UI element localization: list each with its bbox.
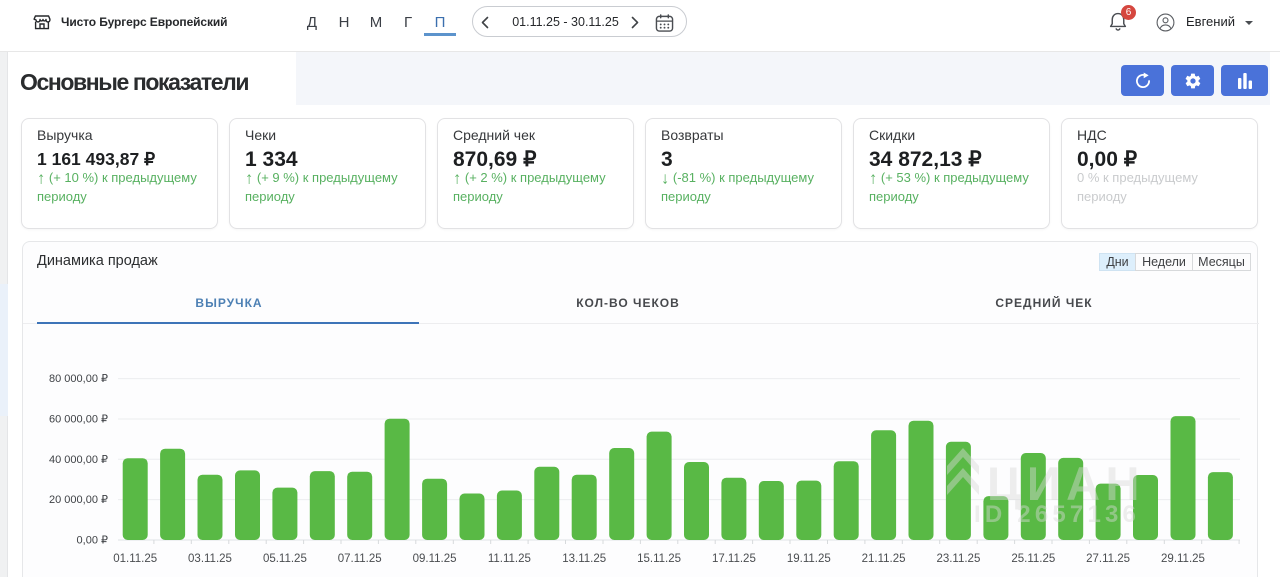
svg-text:07.11.25: 07.11.25 [338, 553, 382, 565]
svg-text:17.11.25: 17.11.25 [712, 553, 756, 565]
svg-text:05.11.25: 05.11.25 [263, 553, 307, 565]
svg-text:27.11.25: 27.11.25 [1086, 553, 1130, 565]
svg-text:13.11.25: 13.11.25 [562, 553, 606, 565]
svg-text:ID 2657136: ID 2657136 [974, 501, 1140, 528]
svg-text:11.11.25: 11.11.25 [488, 553, 531, 565]
svg-text:25.11.25: 25.11.25 [1011, 553, 1055, 565]
svg-text:0,00 ₽: 0,00 ₽ [77, 535, 108, 547]
svg-text:15.11.25: 15.11.25 [637, 553, 681, 565]
svg-text:09.11.25: 09.11.25 [413, 553, 457, 565]
svg-text:01.11.25: 01.11.25 [113, 553, 157, 565]
svg-text:03.11.25: 03.11.25 [188, 553, 232, 565]
svg-text:40 000,00 ₽: 40 000,00 ₽ [49, 454, 108, 466]
svg-text:23.11.25: 23.11.25 [936, 553, 980, 565]
svg-text:60 000,00 ₽: 60 000,00 ₽ [49, 413, 108, 425]
svg-text:20 000,00 ₽: 20 000,00 ₽ [49, 494, 108, 506]
svg-text:29.11.25: 29.11.25 [1161, 553, 1205, 565]
svg-text:19.11.25: 19.11.25 [787, 553, 831, 565]
svg-text:80 000,00 ₽: 80 000,00 ₽ [49, 373, 108, 385]
svg-text:21.11.25: 21.11.25 [862, 553, 906, 565]
